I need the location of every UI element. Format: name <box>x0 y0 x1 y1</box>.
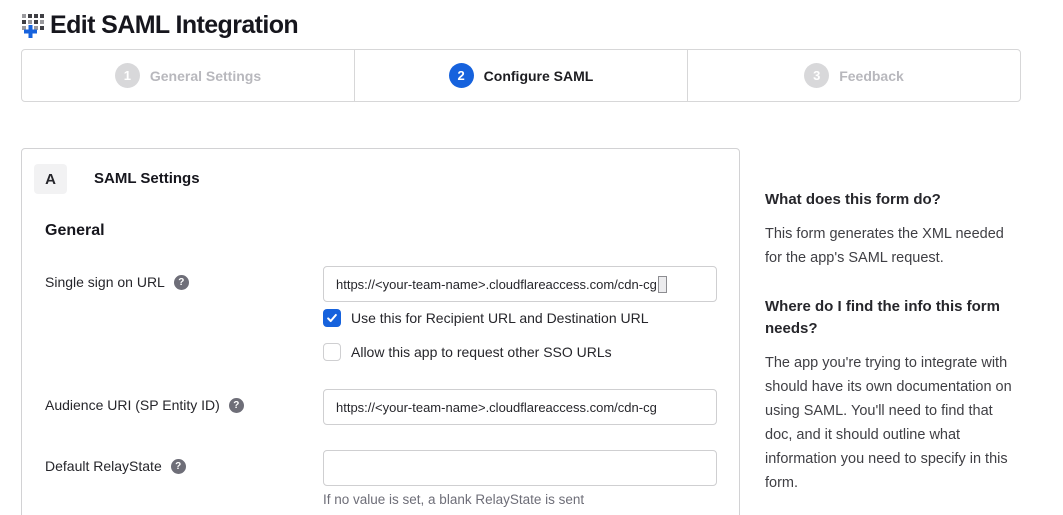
checkbox-label: Allow this app to request other SSO URLs <box>351 344 612 360</box>
step-label: General Settings <box>150 68 261 84</box>
field-row-single-sign-on-url: Single sign on URL ? https://<your-team-… <box>45 266 716 361</box>
page-title: Edit SAML Integration <box>50 11 298 40</box>
audience-uri-input[interactable]: https://<your-team-name>.cloudflareacces… <box>323 389 717 425</box>
edit-saml-integration-page: Edit SAML Integration 1 General Settings… <box>0 0 1063 515</box>
field-row-default-relaystate: Default RelayState ? If no value is set,… <box>45 450 716 507</box>
audience-uri-label: Audience URI (SP Entity ID) <box>45 397 220 413</box>
checkbox-checked[interactable] <box>323 309 341 327</box>
field-label-group: Audience URI (SP Entity ID) ? <box>45 389 323 413</box>
field-label-group: Single sign on URL ? <box>45 266 323 290</box>
relaystate-hint: If no value is set, a blank RelayState i… <box>323 492 717 507</box>
page-header: Edit SAML Integration <box>0 0 1063 42</box>
input-value: https://<your-team-name>.cloudflareacces… <box>336 400 657 415</box>
help-icon[interactable]: ? <box>171 459 186 474</box>
single-sign-on-url-label: Single sign on URL <box>45 274 165 290</box>
field-control-group: https://<your-team-name>.cloudflareacces… <box>323 266 717 361</box>
section-a-badge: A <box>34 164 67 194</box>
step-wizard: 1 General Settings 2 Configure SAML 3 Fe… <box>21 49 1021 102</box>
step-number-badge: 2 <box>449 63 474 88</box>
help-icon[interactable]: ? <box>174 275 189 290</box>
section-title: SAML Settings <box>94 170 200 187</box>
help-section-what: What does this form do? This form genera… <box>765 189 1017 270</box>
help-heading: Where do I find the info this form needs… <box>765 296 1017 340</box>
general-group-title: General <box>45 222 716 240</box>
saml-settings-card: A SAML Settings General Single sign on U… <box>21 148 740 515</box>
checkbox-label: Use this for Recipient URL and Destinati… <box>351 310 649 326</box>
field-label-group: Default RelayState ? <box>45 450 323 474</box>
step-label: Feedback <box>839 68 904 84</box>
step-label: Configure SAML <box>484 68 594 84</box>
field-control-group: https://<your-team-name>.cloudflareacces… <box>323 389 717 425</box>
default-relaystate-input[interactable] <box>323 450 717 486</box>
checkbox-unchecked[interactable] <box>323 343 341 361</box>
text-cursor <box>658 276 667 293</box>
wizard-step-feedback[interactable]: 3 Feedback <box>687 50 1020 101</box>
main-content: A SAML Settings General Single sign on U… <box>21 148 1063 515</box>
help-heading: What does this form do? <box>765 189 1017 211</box>
help-icon[interactable]: ? <box>229 398 244 413</box>
app-grid-plus-icon <box>21 12 47 39</box>
checkbox-row-recipient-url: Use this for Recipient URL and Destinati… <box>323 309 717 327</box>
help-section-where: Where do I find the info this form needs… <box>765 296 1017 495</box>
help-body: This form generates the XML needed for t… <box>765 222 1017 270</box>
field-control-group: If no value is set, a blank RelayState i… <box>323 450 717 507</box>
single-sign-on-url-input[interactable]: https://<your-team-name>.cloudflareacces… <box>323 266 717 302</box>
wizard-step-general-settings[interactable]: 1 General Settings <box>22 50 354 101</box>
wizard-step-configure-saml[interactable]: 2 Configure SAML <box>354 50 687 101</box>
input-value: https://<your-team-name>.cloudflareacces… <box>336 277 657 292</box>
step-number-badge: 3 <box>804 63 829 88</box>
help-sidebar: What does this form do? This form genera… <box>765 148 1017 495</box>
check-icon <box>326 312 338 324</box>
step-number-badge: 1 <box>115 63 140 88</box>
field-row-audience-uri: Audience URI (SP Entity ID) ? https://<y… <box>45 389 716 425</box>
help-body: The app you're trying to integrate with … <box>765 351 1017 495</box>
default-relaystate-label: Default RelayState <box>45 458 162 474</box>
checkbox-row-other-sso-urls: Allow this app to request other SSO URLs <box>323 343 717 361</box>
section-header: A SAML Settings <box>45 162 716 194</box>
